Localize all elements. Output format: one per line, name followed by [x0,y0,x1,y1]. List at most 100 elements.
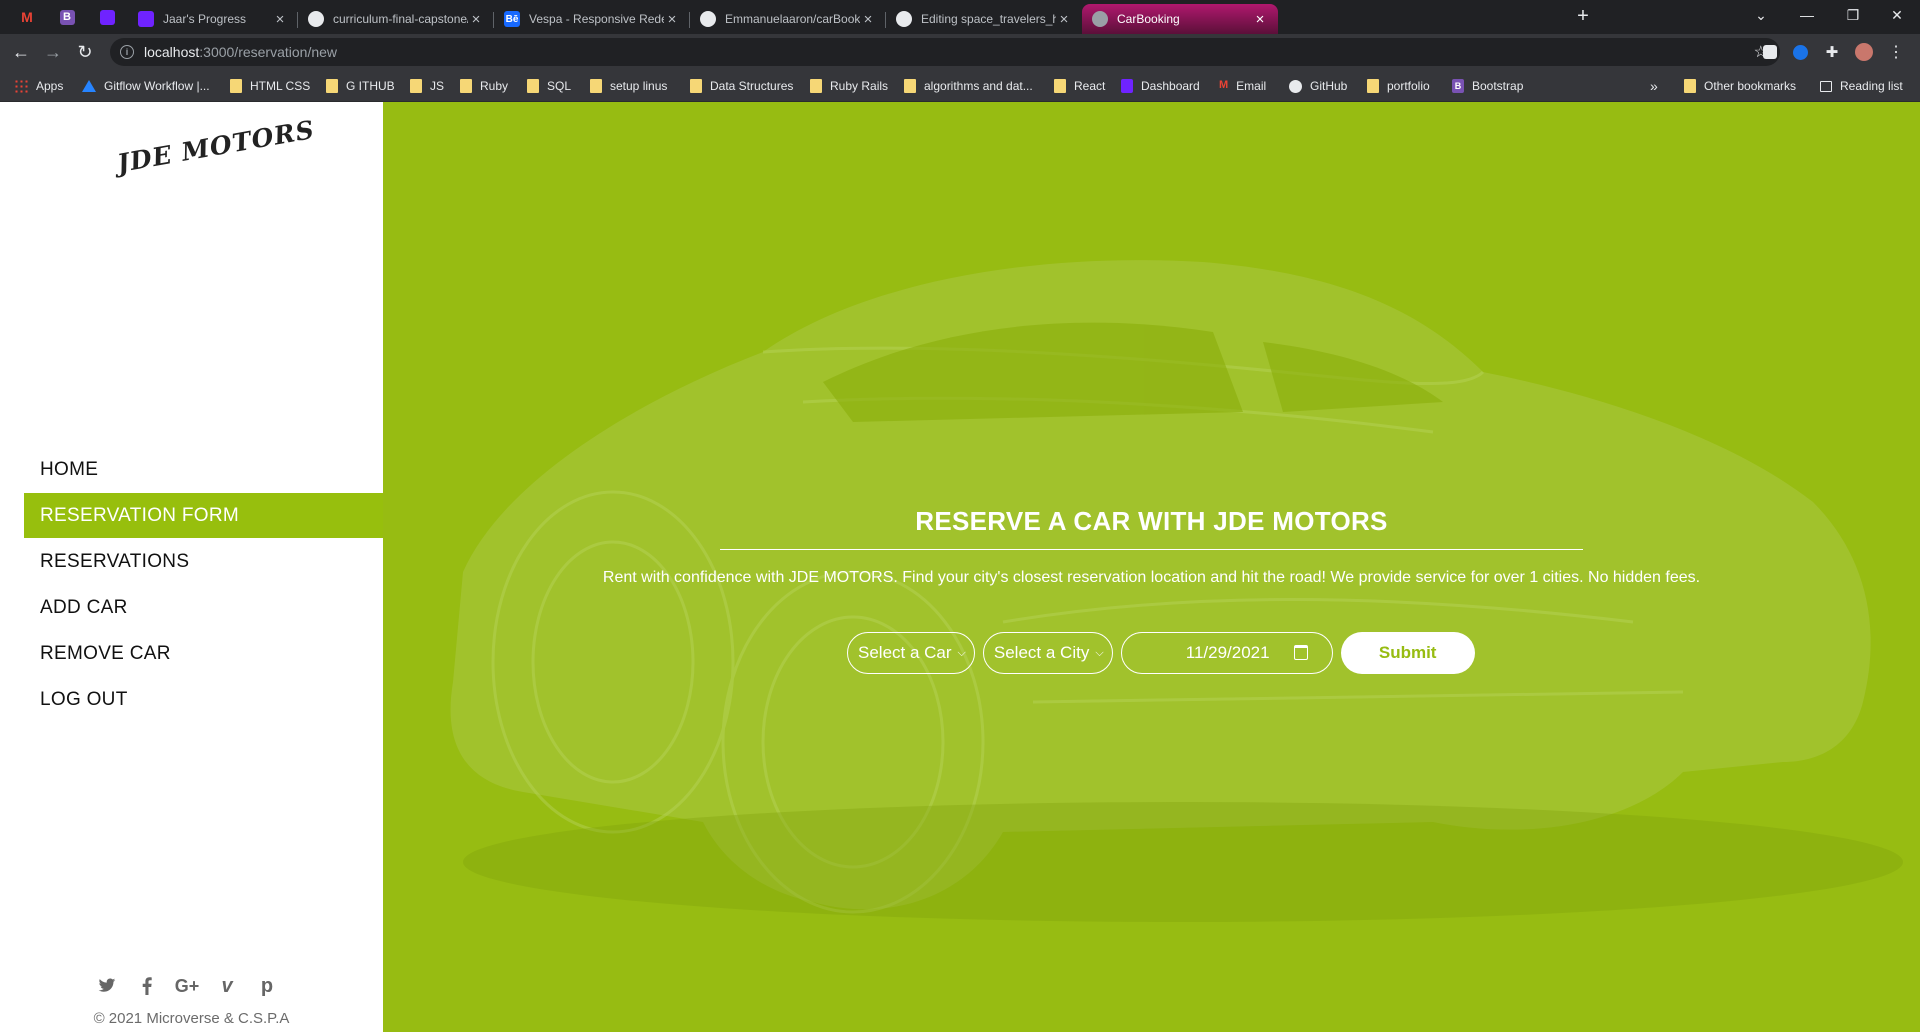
atlassian-icon [82,80,96,92]
nav-item-reservations[interactable]: RESERVATIONS [24,539,383,584]
reading-list[interactable]: Reading list [1820,78,1903,94]
tab-space-travelers[interactable]: Editing space_travelers_hub/REA × [886,4,1082,34]
bookmark-sql[interactable]: SQL [527,78,571,94]
bookmark-label: Bootstrap [1472,79,1524,93]
bookmarks-overflow-button[interactable]: » [1650,78,1658,94]
restore-button[interactable]: ❐ [1830,0,1876,30]
close-tab-icon[interactable]: × [468,11,484,28]
bookmark-label: Apps [36,79,64,93]
bookmark-label: Other bookmarks [1704,79,1797,93]
vimeo-icon[interactable]: v [216,975,238,997]
url-host: localhost [144,44,200,60]
tab-jaars-progress[interactable]: Jaar's Progress × [128,4,298,34]
pinned-tab-microverse[interactable] [94,5,120,29]
tab-carbooking-active[interactable]: CarBooking × [1082,4,1278,34]
extensions-puzzle-icon[interactable]: ✚ [1822,42,1842,62]
close-tab-icon[interactable]: × [1252,11,1268,28]
bookmark-setup-linus[interactable]: setup linus [590,78,667,94]
bookmark-algorithms[interactable]: algorithms and dat... [904,78,1033,94]
folder-icon [326,79,338,93]
tab-title: curriculum-final-capstone/busine [333,12,468,26]
close-window-button[interactable]: ✕ [1874,0,1920,30]
new-tab-button[interactable]: + [1572,6,1594,28]
bookmark-ruby[interactable]: Ruby [460,78,508,94]
folder-icon [904,79,916,93]
browser-menu-icon[interactable]: ⋮ [1886,42,1906,62]
site-info-icon[interactable]: i [120,45,134,59]
folder-icon [690,79,702,93]
gmail-icon: M [21,9,33,25]
reload-button[interactable]: ↻ [73,40,97,64]
bookmark-dashboard[interactable]: Dashboard [1121,78,1200,94]
submit-button[interactable]: Submit [1340,632,1475,674]
gmail-icon: M [1219,79,1229,91]
close-tab-icon[interactable]: × [1056,11,1072,28]
date-value: 11/29/2021 [1185,643,1270,662]
bookmark-gitflow[interactable]: Gitflow Workflow |... [82,78,210,94]
nav-item-reservation-form[interactable]: RESERVATION FORM [24,493,383,538]
car-select[interactable]: Select a Car ⌵ [847,632,975,674]
pinterest-icon[interactable]: p [256,975,278,997]
bookmark-html-css[interactable]: HTML CSS [230,78,310,94]
tab-curriculum[interactable]: curriculum-final-capstone/busine × [298,4,494,34]
page-title: RESERVE A CAR WITH JDE MOTORS [915,506,1388,536]
close-tab-icon[interactable]: × [860,11,876,28]
microverse-icon [99,9,115,25]
bookmark-label: React [1074,79,1106,93]
bookmark-github[interactable]: GitHub [1289,78,1347,94]
github-icon [308,11,324,27]
bookmark-email[interactable]: M Email [1219,78,1266,94]
bookmark-portfolio[interactable]: portfolio [1367,78,1430,94]
bookmark-label: G ITHUB [346,79,395,93]
facebook-icon[interactable] [136,975,158,997]
bookmark-label: HTML CSS [250,79,311,93]
other-bookmarks[interactable]: Other bookmarks [1684,78,1796,94]
site-logo[interactable]: JDE MOTORS [115,115,317,178]
extension-check-icon[interactable] [1790,42,1810,62]
bookmark-label: JS [430,79,445,93]
city-select[interactable]: Select a City ⌵ [982,632,1113,674]
back-button[interactable]: ← [9,40,33,64]
close-tab-icon[interactable]: × [272,11,288,28]
bookmark-label: Ruby [480,79,509,93]
nav-item-home[interactable]: HOME [24,447,383,492]
title-divider [720,549,1583,550]
bookmark-react[interactable]: React [1054,78,1105,94]
twitter-icon[interactable] [96,975,118,997]
tab-carbooking-repo[interactable]: Emmanuelaaron/carBooking × [690,4,886,34]
close-tab-icon[interactable]: × [664,11,680,28]
calendar-icon[interactable] [1293,645,1308,660]
nav-item-remove-car[interactable]: REMOVE CAR [24,631,383,676]
tab-vespa[interactable]: Bē Vespa - Responsive Redesign on × [494,4,690,34]
google-plus-icon[interactable]: G+ [175,975,200,997]
url-path: :3000/reservation/new [199,44,338,60]
city-select-value: Select a City [993,643,1090,662]
minimize-button[interactable]: — [1784,0,1830,30]
apps-grid-icon [14,79,28,93]
pinned-tab-gmail[interactable]: M [14,5,40,29]
bookmark-bootstrap[interactable]: B Bootstrap [1452,78,1523,94]
nav-item-add-car[interactable]: ADD CAR [24,585,383,630]
nav-item-log-out[interactable]: LOG OUT [24,677,383,722]
bookmark-label: GitHub [1310,79,1348,93]
bookmark-github-folder[interactable]: G ITHUB [326,78,395,94]
tab-search-button[interactable]: ⌄ [1738,0,1784,30]
bookmarks-bar: Apps Gitflow Workflow |... HTML CSS G IT… [0,70,1920,102]
car-select-value: Select a Car [858,643,952,662]
bookmark-ruby-rails[interactable]: Ruby Rails [810,78,888,94]
bookmark-js[interactable]: JS [410,78,444,94]
tab-title: Vespa - Responsive Redesign on [529,12,664,26]
chevron-down-icon: ⌵ [957,646,966,659]
pinned-tab-bootstrap[interactable]: B [54,5,80,29]
date-input[interactable]: 11/29/2021 [1120,632,1333,674]
profile-avatar[interactable] [1854,42,1874,62]
address-bar[interactable]: i localhost:3000/reservation/new ☆ [110,38,1780,66]
extension-icon[interactable] [1760,42,1780,62]
folder-icon [230,79,242,93]
bookmark-data-structures[interactable]: Data Structures [690,78,793,94]
github-icon [896,11,912,27]
bookmark-apps[interactable]: Apps [14,78,63,94]
web-page: JDE MOTORS HOME RESERVATION FORM RESERVA… [0,102,1920,1032]
browser-toolbar: ← → ↻ i localhost:3000/reservation/new ☆… [0,34,1920,70]
forward-button[interactable]: → [41,40,65,64]
